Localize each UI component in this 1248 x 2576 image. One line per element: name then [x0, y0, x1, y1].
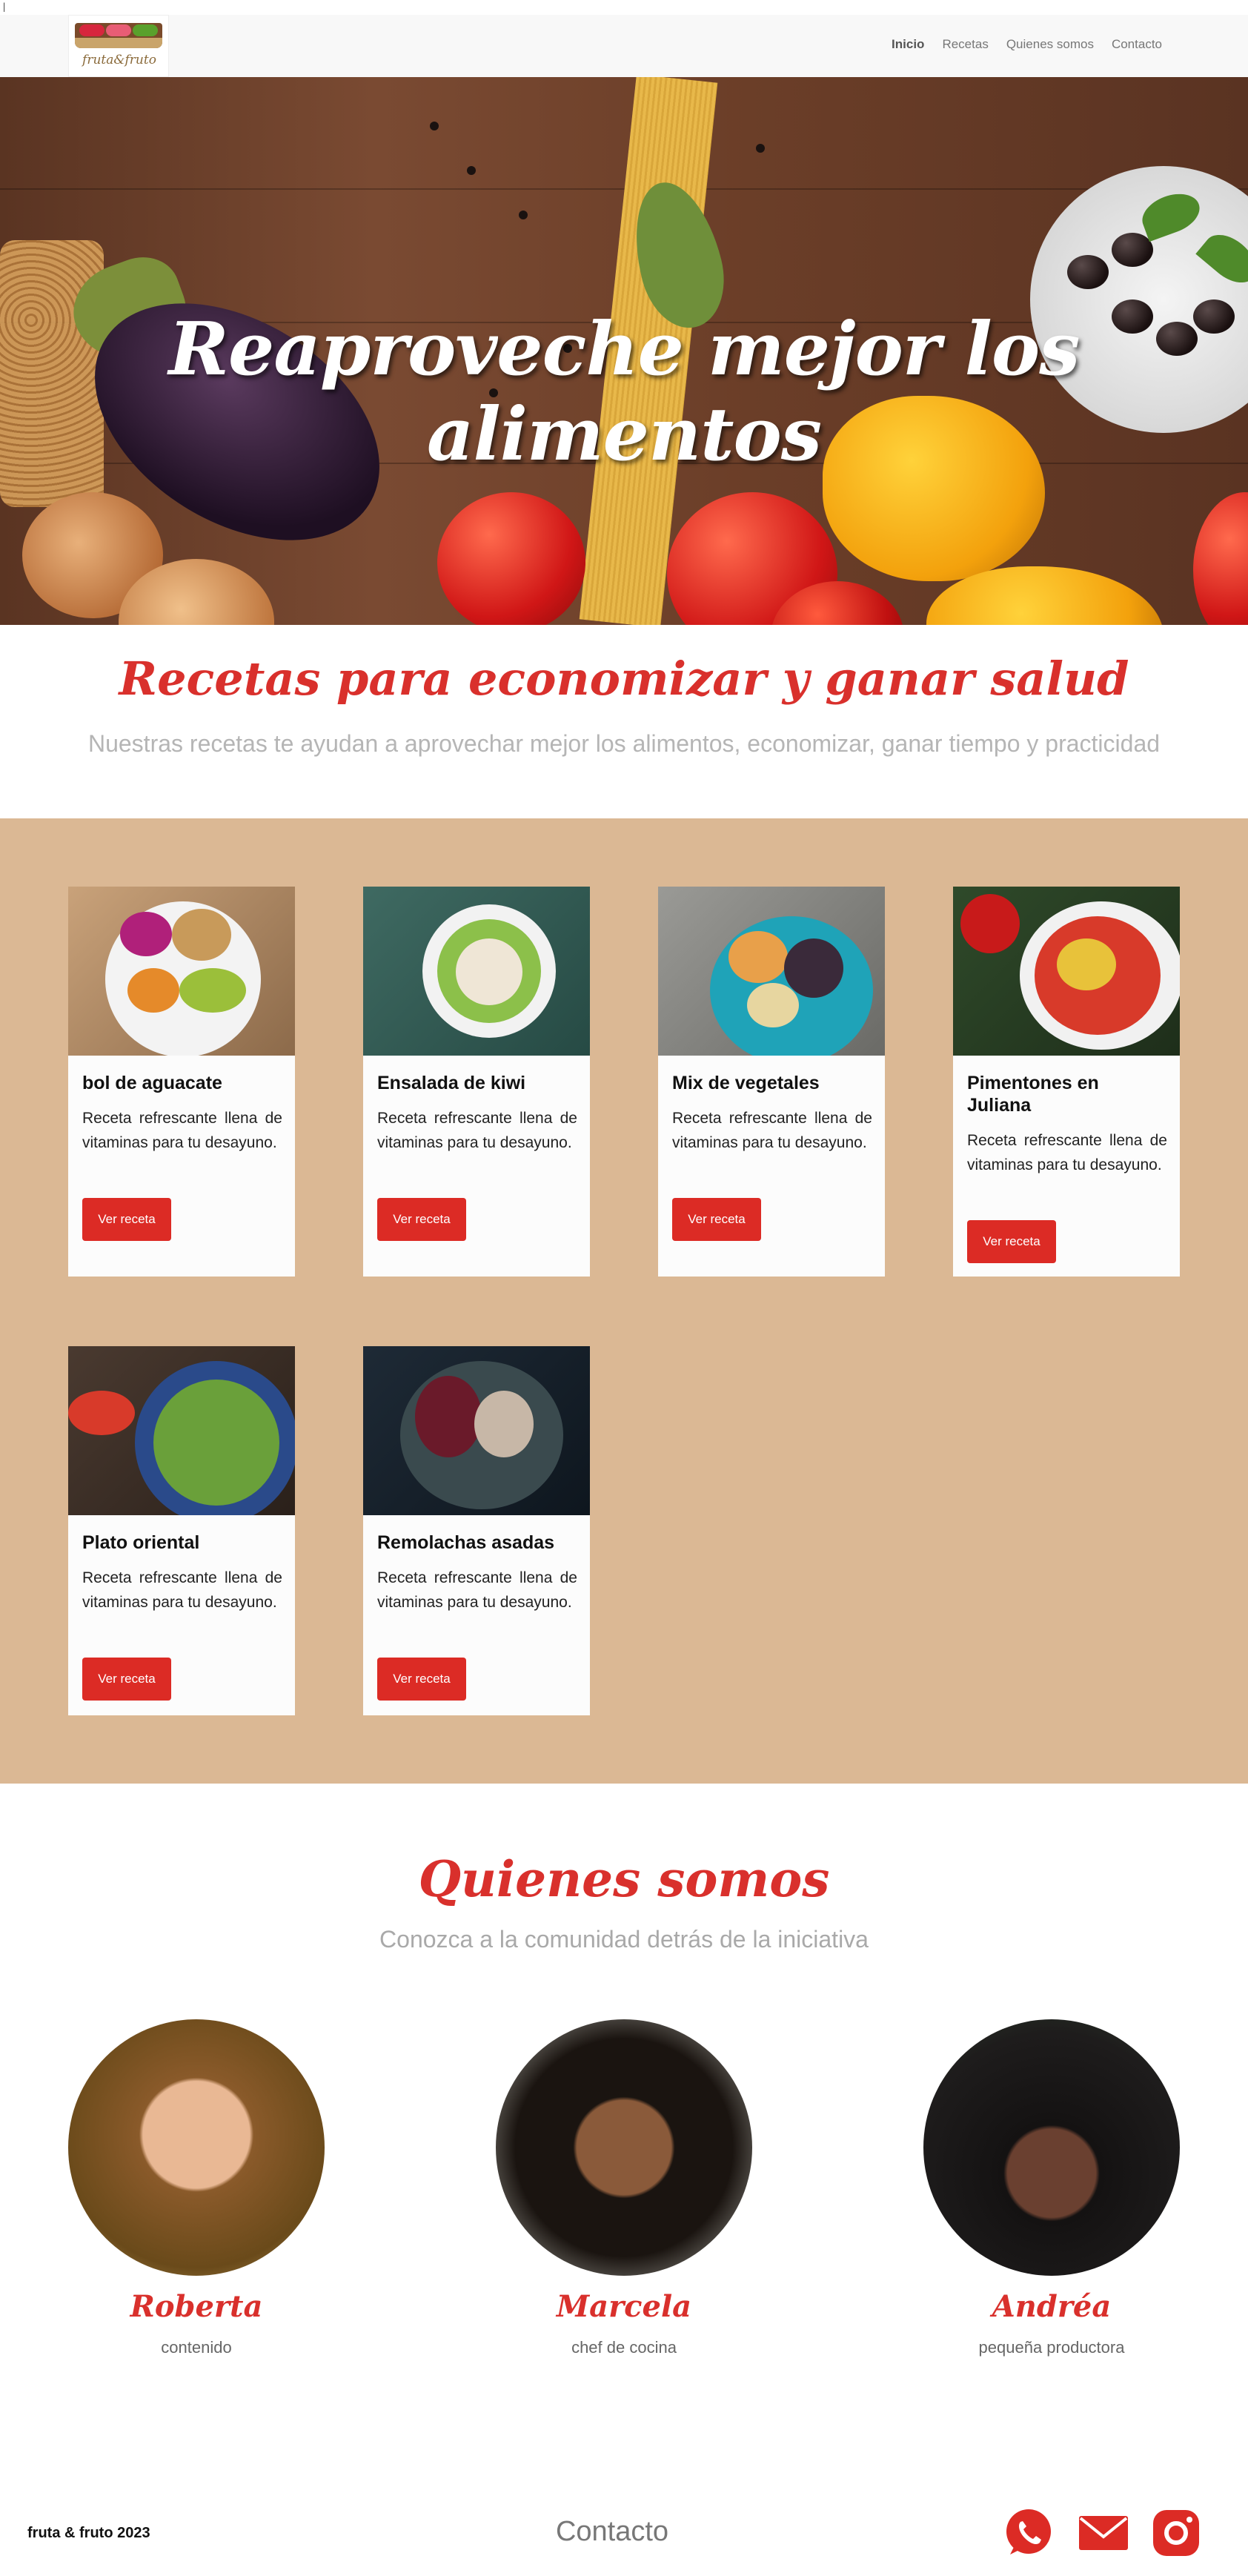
recipe-card: Mix de vegetales Receta refrescante llen…: [658, 887, 885, 1277]
brand-wordmark: fruta&fruto: [82, 53, 156, 67]
tomato-image-4: [1193, 492, 1248, 625]
instagram-icon[interactable]: [1150, 2507, 1202, 2559]
nav-link-contacto[interactable]: Contacto: [1112, 37, 1162, 52]
member-role: pequeña productora: [978, 2338, 1125, 2357]
member-role: chef de cocina: [571, 2338, 677, 2357]
tomato-image: [437, 492, 585, 625]
recipe-description: Receta refrescante llena de vitaminas pa…: [377, 1569, 577, 1611]
main-nav: Inicio Recetas Quienes somos Contacto: [892, 37, 1162, 52]
recipe-title: bol de aguacate: [82, 1073, 222, 1093]
olive: [1067, 255, 1109, 289]
nav-link-quienes-somos[interactable]: Quienes somos: [1006, 37, 1094, 52]
member-name: Andréa: [992, 2289, 1112, 2324]
recipe-title: Plato oriental: [82, 1532, 200, 1553]
recipe-title: Mix de vegetales: [672, 1073, 820, 1093]
recipes-title: Recetas para economizar y ganar salud: [119, 652, 1129, 706]
recipe-card: Ensalada de kiwi Receta refrescante llen…: [363, 887, 590, 1277]
olive: [1112, 233, 1153, 267]
about-subtitle: Conozca a la comunidad detrás de la inic…: [379, 1926, 869, 1953]
top-strip: |: [0, 0, 1248, 15]
nav-link-recetas[interactable]: Recetas: [942, 37, 988, 52]
mail-icon[interactable]: [1078, 2507, 1129, 2559]
recipe-card: Remolachas asadas Receta refrescante lle…: [363, 1346, 590, 1715]
view-recipe-button[interactable]: Ver receta: [82, 1658, 171, 1701]
recipe-title: Ensalada de kiwi: [377, 1073, 526, 1093]
view-recipe-button[interactable]: Ver receta: [672, 1198, 761, 1241]
recipe-image-avocado-bowl: [68, 887, 295, 1056]
recipe-description: Receta refrescante llena de vitaminas pa…: [82, 1569, 282, 1611]
view-recipe-button[interactable]: Ver receta: [82, 1198, 171, 1241]
team-member: Andréa pequeña productora: [923, 2019, 1180, 2357]
about-section: Quienes somos Conozca a la comunidad det…: [0, 1784, 1248, 2436]
recipe-image-kiwi-salad: [363, 887, 590, 1056]
team-member: Marcela chef de cocina: [496, 2019, 752, 2357]
hero-title: Reaproveche mejor los alimentos: [168, 307, 1081, 477]
recipe-image-roasted-beets: [363, 1346, 590, 1515]
recipes-intro: Recetas para economizar y ganar salud Nu…: [0, 625, 1248, 818]
avatar: [496, 2019, 752, 2276]
team-member: Roberta contenido: [68, 2019, 325, 2357]
recipe-description: Receta refrescante llena de vitaminas pa…: [672, 1110, 872, 1151]
member-role: contenido: [161, 2338, 232, 2357]
view-recipe-button[interactable]: Ver receta: [377, 1658, 466, 1701]
navbar: fruta&fruto Inicio Recetas Quienes somos…: [0, 15, 1248, 77]
recipe-card: bol de aguacate Receta refrescante llena…: [68, 887, 295, 1277]
text-cursor: |: [1, 1, 7, 12]
avatar: [923, 2019, 1180, 2276]
recipe-card: Pimentones en Juliana Receta refrescante…: [953, 887, 1180, 1277]
hero-banner: Reaproveche mejor los alimentos: [0, 77, 1248, 625]
about-title: Quienes somos: [418, 1850, 830, 1908]
recipe-card: Plato oriental Receta refrescante llena …: [68, 1346, 295, 1715]
recipes-subtitle: Nuestras recetas te ayudan a aprovechar …: [87, 730, 1161, 757]
view-recipe-button[interactable]: Ver receta: [377, 1198, 466, 1241]
footer: fruta & fruto 2023 Contacto: [0, 2436, 1248, 2576]
recipe-description: Receta refrescante llena de vitaminas pa…: [967, 1132, 1167, 1173]
recipe-title: Remolachas asadas: [377, 1532, 555, 1553]
member-name: Roberta: [130, 2289, 263, 2324]
recipe-description: Receta refrescante llena de vitaminas pa…: [377, 1110, 577, 1151]
recipe-image-oriental-dish: [68, 1346, 295, 1515]
whatsapp-icon[interactable]: [1003, 2507, 1055, 2559]
recipe-title: Pimentones en Juliana: [967, 1073, 1099, 1116]
recipe-description: Receta refrescante llena de vitaminas pa…: [82, 1110, 282, 1151]
recipe-image-vegetable-mix: [658, 887, 885, 1056]
recipe-image-julienne-peppers: [953, 887, 1180, 1056]
view-recipe-button[interactable]: Ver receta: [967, 1220, 1056, 1263]
nav-link-inicio[interactable]: Inicio: [892, 37, 924, 52]
brand-logo[interactable]: fruta&fruto: [68, 15, 169, 77]
fruit-crate-icon: [75, 23, 162, 48]
member-name: Marcela: [556, 2289, 692, 2324]
recipes-grid: bol de aguacate Receta refrescante llena…: [0, 818, 1248, 1784]
avatar: [68, 2019, 325, 2276]
